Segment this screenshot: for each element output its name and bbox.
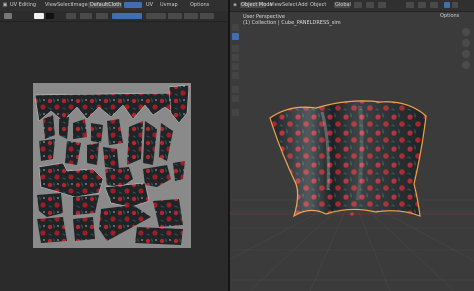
uv-mode-label[interactable]: UV Editing [10,2,36,8]
uv-menu-options[interactable]: Options [190,2,209,8]
radius-field[interactable] [80,13,92,19]
shading-solid[interactable] [444,2,450,8]
uv-texture-canvas[interactable] [33,83,191,248]
object-origin [350,212,354,216]
scale-icon[interactable] [232,63,239,70]
uv-sync-button[interactable] [124,2,142,8]
mode-label: Object Mode [241,2,273,8]
pan-hand-icon[interactable] [462,39,470,47]
brush-swatch[interactable] [4,13,12,19]
falloff-dropdown[interactable] [184,13,198,19]
uv-menu-uvmap[interactable]: Uvmap [160,2,178,8]
cloth-object[interactable] [269,100,427,218]
uv-menu-view[interactable]: View [45,2,57,8]
cursor-icon[interactable] [232,24,239,31]
cursor-dropdown[interactable] [200,13,214,19]
viewport-canvas[interactable] [230,0,474,291]
add-cube-icon[interactable] [232,109,239,116]
measure-icon[interactable] [232,95,239,102]
vp-menu-object[interactable]: Object [310,2,326,8]
viewport-header: ◈ Object Mode View Select Add Object Glo… [230,0,474,19]
active-object-info: (1) Collection | Cube_PANELDRESS_sim [243,20,341,26]
color-black-swatch[interactable] [46,13,54,19]
grid-icon[interactable] [462,61,470,69]
shading-material[interactable] [452,2,458,8]
3d-viewport-icon[interactable]: ◈ [232,2,238,8]
vp-menu-view[interactable]: View [270,2,282,8]
color-white-swatch[interactable] [34,13,44,19]
zoom-icon[interactable] [462,28,470,36]
annotate-icon[interactable] [232,86,239,93]
overlay-toggle[interactable] [430,2,438,8]
uv-menu-uv[interactable]: UV [146,2,153,8]
image-name: DefaultCloth [90,2,122,8]
visibility-dropdown[interactable] [406,2,414,8]
uv-menu-image[interactable]: Image [72,2,88,8]
uv-editor[interactable]: ▣ UV Editing View Select Image DefaultCl… [0,0,228,291]
global-label: Global [335,2,351,8]
uv-tool-header [0,11,228,22]
select-box-icon[interactable] [232,33,239,40]
transform-icon[interactable] [232,72,239,79]
gizmo-toggle[interactable] [418,2,426,8]
blend-dropdown[interactable] [66,13,76,19]
camera-icon[interactable] [462,50,470,58]
options-menu[interactable]: Options [440,13,459,19]
pivot-dropdown[interactable] [354,2,362,8]
uv-menu-select[interactable]: Select [57,2,72,8]
advanced-dropdown[interactable] [146,13,166,19]
move-icon[interactable] [232,45,239,52]
strength-slider[interactable] [112,13,142,19]
image-editor-icon[interactable]: ▣ [2,2,8,8]
proportional-toggle[interactable] [378,2,386,8]
vp-menu-select[interactable]: Select [282,2,297,8]
stroke-dropdown[interactable] [168,13,182,19]
snap-toggle[interactable] [366,2,374,8]
vp-menu-add[interactable]: Add [298,2,308,8]
3d-viewport[interactable]: ◈ Object Mode View Select Add Object Glo… [230,0,474,291]
strength-field[interactable] [96,13,108,19]
rotate-icon[interactable] [232,54,239,61]
